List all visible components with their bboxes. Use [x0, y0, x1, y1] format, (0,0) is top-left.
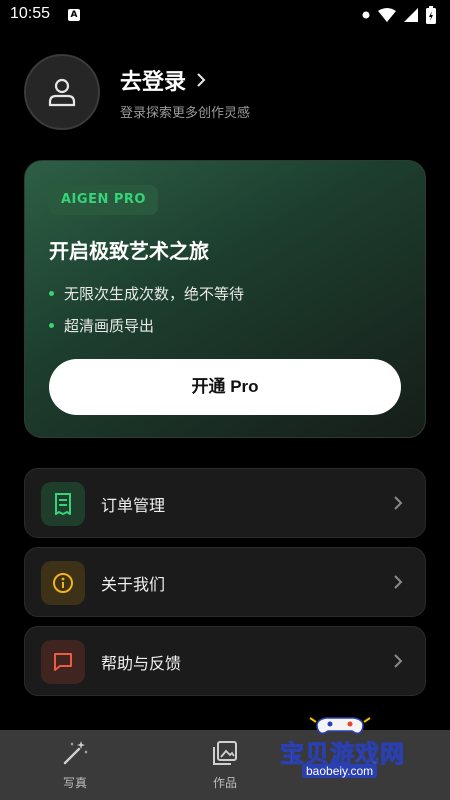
- bullet-dot-icon: [49, 291, 54, 296]
- chevron-right-icon: [197, 73, 206, 87]
- info-icon: [53, 573, 73, 593]
- subscribe-pro-button[interactable]: 开通 Pro: [49, 359, 401, 415]
- signal-dot-icon: [362, 11, 370, 19]
- nav-item-works[interactable]: 作品: [195, 740, 255, 791]
- user-icon: [48, 78, 76, 107]
- nav-label: 作品: [212, 776, 237, 790]
- menu-item-about[interactable]: 关于我们: [24, 547, 426, 617]
- nav-label: 写真: [62, 776, 87, 790]
- menu-label: 订单管理: [101, 496, 166, 515]
- menu-label: 关于我们: [101, 575, 166, 594]
- menu-item-help[interactable]: 帮助与反馈: [24, 626, 426, 696]
- avatar[interactable]: [24, 54, 100, 130]
- receipt-icon: [55, 493, 71, 515]
- menu-icon-box: [41, 640, 85, 684]
- chevron-right-icon: [394, 654, 403, 668]
- nav-item-portrait[interactable]: 写真: [45, 740, 105, 791]
- profile-header[interactable]: 去登录 登录探索更多创作灵感: [24, 54, 426, 134]
- status-bar: 10:55 A: [0, 0, 450, 32]
- pro-feature: 无限次生成次数，绝不等待: [49, 283, 244, 304]
- chat-icon: [54, 653, 72, 671]
- pro-feature-text: 超清画质导出: [64, 317, 155, 335]
- watermark-url: baobeiy.com: [302, 764, 378, 778]
- wifi-icon: [378, 8, 396, 22]
- cellular-icon: [404, 8, 418, 22]
- pro-title: 开启极致艺术之旅: [49, 239, 209, 263]
- watermark: 宝贝游戏网 baobeiy.com: [280, 712, 440, 784]
- pro-card: AIGEN PRO 开启极致艺术之旅 无限次生成次数，绝不等待 超清画质导出 开…: [24, 160, 426, 438]
- gallery-icon: [213, 741, 237, 765]
- menu-item-orders[interactable]: 订单管理: [24, 468, 426, 538]
- status-time: 10:55: [10, 5, 51, 22]
- pro-feature: 超清画质导出: [49, 315, 154, 336]
- login-link[interactable]: 去登录: [120, 64, 206, 96]
- pro-badge: AIGEN PRO: [49, 185, 158, 215]
- login-subtitle: 登录探索更多创作灵感: [120, 106, 251, 121]
- menu-label: 帮助与反馈: [101, 654, 182, 673]
- bullet-dot-icon: [49, 323, 54, 328]
- menu-icon-box: [41, 561, 85, 605]
- chevron-right-icon: [394, 575, 403, 589]
- menu-icon-box: [41, 482, 85, 526]
- status-icons: [362, 6, 436, 24]
- pro-feature-text: 无限次生成次数，绝不等待: [64, 285, 245, 303]
- magic-wand-icon: [63, 741, 88, 765]
- chevron-right-icon: [394, 496, 403, 510]
- notification-indicator: A: [68, 9, 80, 21]
- battery-icon: [426, 6, 436, 24]
- login-title: 去登录: [120, 70, 187, 95]
